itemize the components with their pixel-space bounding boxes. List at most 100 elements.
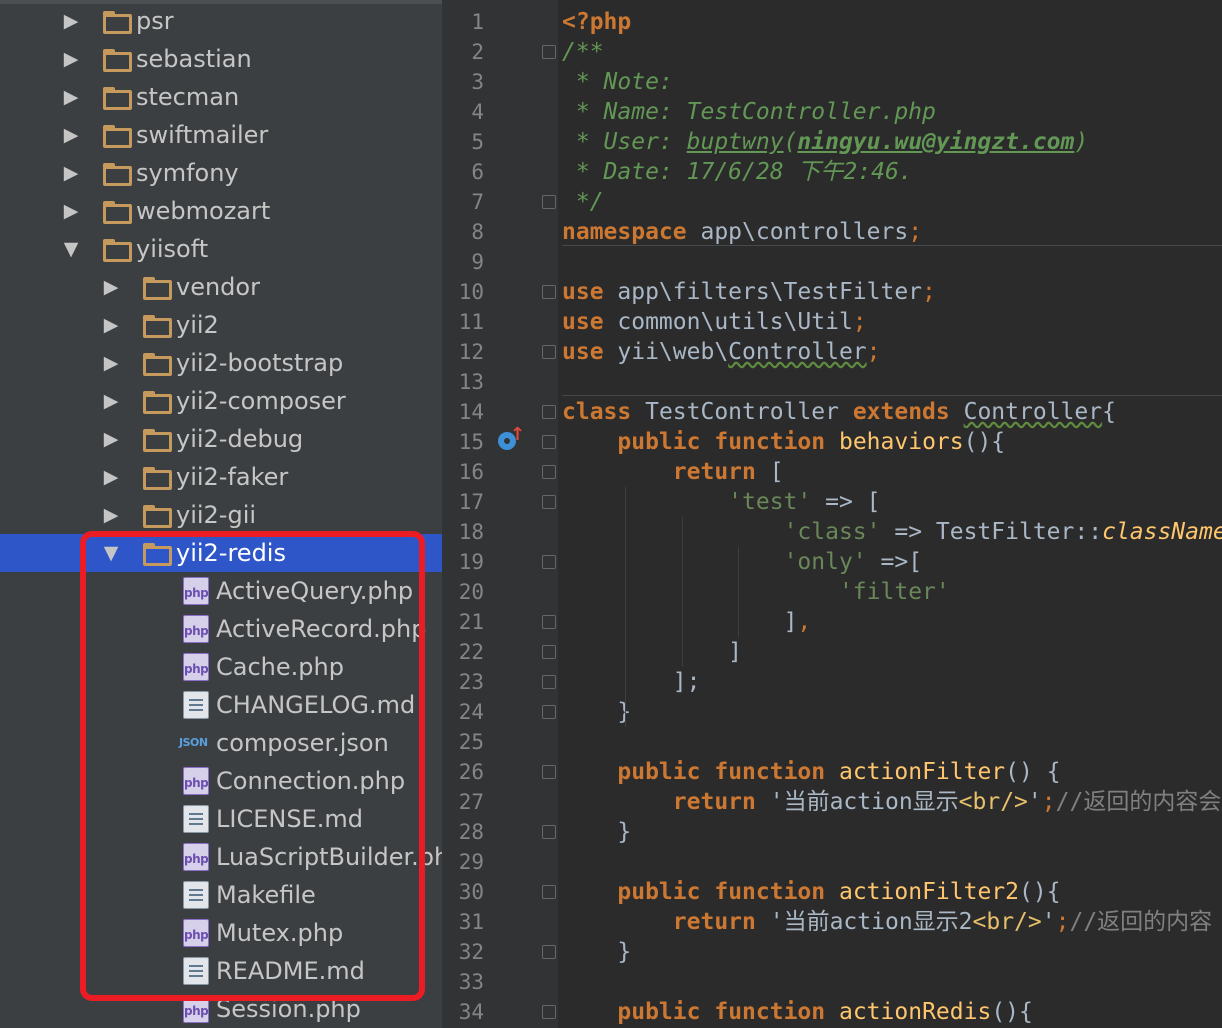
expand-arrow-icon[interactable]: ▶ [102,351,120,375]
code-token: yii\web\ [603,339,729,365]
code-token: Controller [728,339,867,365]
fold-marker-icon[interactable] [542,1005,556,1019]
fold-marker-icon[interactable] [542,825,556,839]
folder-icon [103,125,132,148]
code-token: ; [908,219,923,245]
tree-folder-row[interactable]: ▶ vendor [0,268,442,306]
expand-arrow-icon[interactable]: ▶ [102,389,120,413]
tree-item-label: yii2 [176,311,219,339]
fold-marker-icon[interactable] [542,495,556,509]
code-editor[interactable]: 1 2 3 4 5 6 7 8 9 10 11 12 13 14 15 16 17 18 19 20 21 22 23 24 2… [442,0,1222,1028]
expand-arrow-icon[interactable]: ▶ [62,85,80,109]
code-token: public [617,429,701,455]
tree-item-label: yii2-composer [176,387,346,415]
code-token: buptwny [686,129,784,155]
tree-folder-row[interactable]: ▶ stecman [0,78,442,116]
fold-marker-icon[interactable] [542,675,556,689]
fold-marker-icon[interactable] [542,465,556,479]
code-line: namespace app\controllers; [562,217,922,247]
code-token: app\filters\TestFilter [603,279,923,305]
fold-marker-icon[interactable] [542,345,556,359]
code-line: public function behaviors(){ [562,427,1005,457]
tree-item-label: vendor [176,273,260,301]
fold-marker-icon[interactable] [542,645,556,659]
code-token: } [562,699,632,725]
tree-folder-row[interactable]: ▶ symfony [0,154,442,192]
code-token: (){ [963,429,1006,455]
tree-folder-row[interactable]: ▶ yii2-debug [0,420,442,458]
tree-item-label: webmozart [136,197,271,225]
tree-folder-row[interactable]: ▶ yii2 [0,306,442,344]
expand-arrow-icon[interactable]: ▶ [62,47,80,71]
expand-arrow-icon[interactable]: ▶ [62,199,80,223]
line-number: 15 [458,430,484,454]
line-number: 6 [471,160,484,184]
expand-arrow-icon[interactable]: ▶ [62,9,80,33]
fold-marker-icon[interactable] [542,405,556,419]
tree-folder-row[interactable]: ▶ sebastian [0,40,442,78]
expand-arrow-icon[interactable]: ▶ [102,503,120,527]
collapse-arrow-icon[interactable]: ▼ [62,237,80,261]
code-token: , [797,609,812,635]
code-line: public function actionFilter() { [562,757,1060,787]
code-token: } [562,939,632,965]
tree-item-label: stecman [136,83,240,111]
line-number: 12 [458,340,484,364]
code-token: [ [755,459,784,485]
tree-folder-row[interactable]: ▶ psr [0,2,442,40]
tree-folder-row[interactable]: ▶ yii2-faker [0,458,442,496]
expand-arrow-icon[interactable]: ▶ [102,465,120,489]
fold-marker-icon[interactable] [542,765,556,779]
code-token: (){ [991,999,1033,1025]
expand-arrow-icon[interactable]: ▶ [62,161,80,185]
code-line: /** [562,37,604,67]
code-line: return '当前action显示2<br/>';//返回的内容 [562,907,1212,937]
code-token: ) [1074,129,1089,155]
tree-folder-row[interactable]: ▶ yii2-gii [0,496,442,534]
expand-arrow-icon[interactable]: ▶ [102,427,120,451]
code-token: public [617,879,701,905]
tree-folder-row[interactable]: ▶ yii2-bootstrap [0,344,442,382]
code-token: class [562,399,632,425]
method-separator [562,245,1222,246]
code-line: return '当前action显示<br/>';//返回的内容会 [562,787,1222,817]
line-number: 25 [458,730,484,754]
code-token: 当前action显示2 [783,909,973,935]
fold-marker-icon[interactable] [542,885,556,899]
tree-folder-row[interactable]: ▶ swiftmailer [0,116,442,154]
fold-marker-icon[interactable] [542,195,556,209]
fold-marker-icon[interactable] [542,705,556,719]
fold-marker-icon[interactable] [542,615,556,629]
code-token: function [714,759,826,785]
line-number: 10 [458,280,484,304]
expand-arrow-icon[interactable]: ▶ [102,313,120,337]
code-token: ' [755,789,784,815]
tree-folder-row[interactable]: ▶ webmozart [0,192,442,230]
fold-marker-icon[interactable] [542,45,556,59]
fold-marker-icon[interactable] [542,285,556,299]
tree-item-label: yii2-debug [176,425,304,453]
expand-arrow-icon[interactable]: ▶ [102,275,120,299]
code-token: => [ [811,489,881,515]
line-number: 14 [458,400,484,424]
project-tree-panel[interactable]: ▶ psr ▶ sebastian ▶ stecman ▶ swiftmailer ▶ symfo… [0,0,442,1028]
code-token: ' [1027,789,1042,815]
code-line: 'only' =>[ [562,547,922,577]
fold-marker-icon[interactable] [542,945,556,959]
tree-item-label: sebastian [136,45,252,73]
tree-item-label: yiisoft [136,235,209,263]
fold-marker-icon[interactable] [542,555,556,569]
fold-marker-icon[interactable] [542,435,556,449]
line-number: 32 [458,940,484,964]
code-token: * Note: [562,69,673,95]
line-number: 18 [458,520,484,544]
code-token: ' [755,909,784,935]
tree-folder-row[interactable]: ▼ yiisoft [0,230,442,268]
tree-folder-row[interactable]: ▶ yii2-composer [0,382,442,420]
code-token: actionFilter2 [838,879,1019,905]
expand-arrow-icon[interactable]: ▶ [62,123,80,147]
